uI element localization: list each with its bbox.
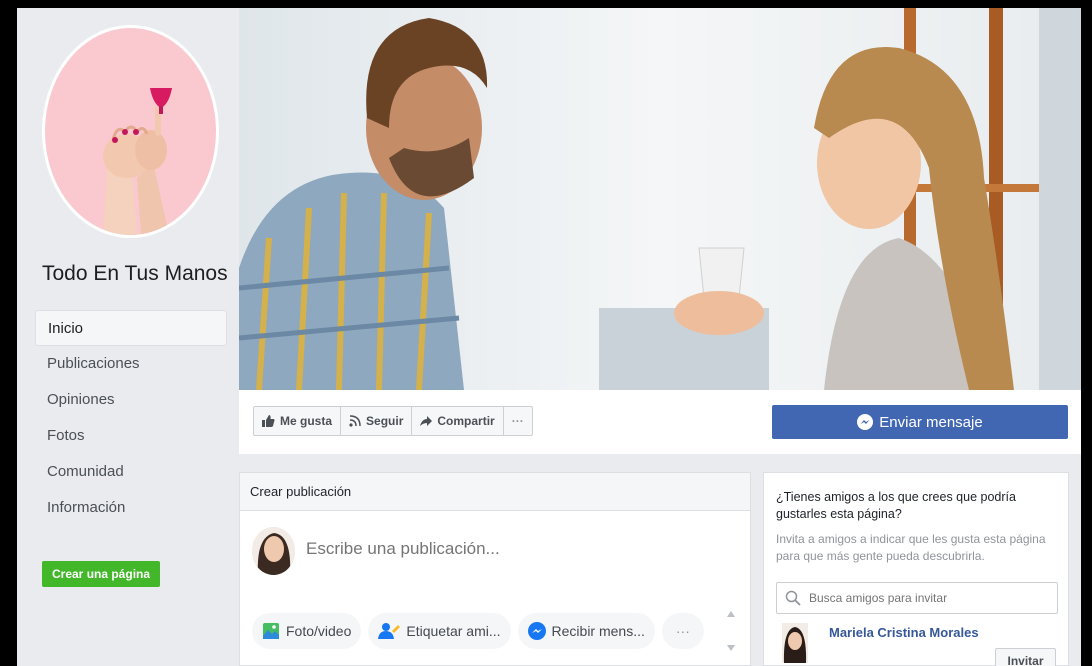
like-label: Me gusta: [280, 414, 333, 428]
page-name: Todo En Tus Manos: [42, 262, 228, 285]
nav-item-fotos[interactable]: Fotos: [35, 418, 227, 454]
receive-messages-button[interactable]: Recibir mens...: [517, 613, 655, 649]
send-message-button[interactable]: Enviar mensaje: [772, 405, 1068, 439]
invite-description: Invita a amigos a indicar que les gusta …: [776, 532, 1046, 563]
thumbs-up-icon: [262, 415, 275, 427]
rss-icon: [349, 415, 361, 427]
messenger-icon: [527, 622, 546, 640]
create-post-box: Crear publicación Foto/video: [239, 472, 751, 666]
page-nav: Inicio Publicaciones Opiniones Fotos Com…: [35, 310, 227, 526]
composer-scrollbar[interactable]: [724, 601, 738, 661]
invite-search-box: [776, 582, 1058, 614]
left-sidebar: Todo En Tus Manos Inicio Publicaciones O…: [17, 8, 239, 666]
composer-more-label: ···: [675, 623, 690, 639]
tag-friends-icon: [378, 623, 401, 639]
page-frame: Todo En Tus Manos Inicio Publicaciones O…: [17, 8, 1081, 666]
invite-friends-panel: ¿Tienes amigos a los que crees que podrí…: [763, 472, 1069, 666]
send-message-label: Enviar mensaje: [879, 413, 983, 431]
tag-friends-button[interactable]: Etiquetar ami...: [368, 613, 511, 649]
page-action-bar: Me gusta Seguir Compartir ··· Enviar men…: [239, 390, 1081, 454]
like-button[interactable]: Me gusta: [253, 406, 342, 436]
create-page-button[interactable]: Crear una página: [42, 561, 161, 587]
share-button[interactable]: Compartir: [411, 406, 504, 436]
cover-photo[interactable]: [239, 8, 1081, 390]
photo-video-label: Foto/video: [286, 623, 352, 639]
post-composer-input[interactable]: [306, 539, 706, 559]
hands-holding-cup-image: [103, 88, 172, 235]
nav-item-informacion[interactable]: Información: [35, 490, 227, 526]
invite-friend-button[interactable]: Invitar: [995, 648, 1056, 666]
nav-item-publicaciones[interactable]: Publicaciones: [35, 346, 227, 382]
create-post-title: Crear publicación: [240, 473, 750, 511]
invite-search-input[interactable]: [807, 590, 1051, 606]
friend-name-link[interactable]: Mariela Cristina Morales: [829, 625, 979, 640]
receive-messages-label: Recibir mens...: [551, 623, 645, 639]
composer-actions: Foto/video Etiquetar ami... Recibir mens…: [252, 613, 704, 649]
search-icon: [785, 590, 801, 606]
share-arrow-icon: [420, 416, 433, 426]
more-actions-button[interactable]: ···: [502, 406, 533, 436]
follow-button[interactable]: Seguir: [340, 406, 413, 436]
nav-item-inicio[interactable]: Inicio: [35, 310, 227, 346]
share-label: Compartir: [437, 414, 495, 428]
follow-label: Seguir: [366, 414, 404, 428]
photo-video-button[interactable]: Foto/video: [252, 613, 362, 649]
messenger-icon: [857, 414, 874, 430]
nav-item-comunidad[interactable]: Comunidad: [35, 454, 227, 490]
photo-icon: [263, 623, 279, 639]
cover-image-couple: [239, 8, 1081, 390]
friend-avatar: [782, 623, 808, 663]
invite-title: ¿Tienes amigos a los que crees que podrí…: [776, 490, 1016, 521]
page-profile-picture[interactable]: [42, 25, 219, 238]
composer-more-button[interactable]: ···: [661, 613, 704, 649]
tag-friends-label: Etiquetar ami...: [406, 623, 501, 639]
user-avatar: [252, 527, 295, 575]
nav-item-opiniones[interactable]: Opiniones: [35, 382, 227, 418]
more-actions-label: ···: [511, 414, 524, 428]
page-actions-group: Me gusta Seguir Compartir ···: [253, 406, 533, 436]
